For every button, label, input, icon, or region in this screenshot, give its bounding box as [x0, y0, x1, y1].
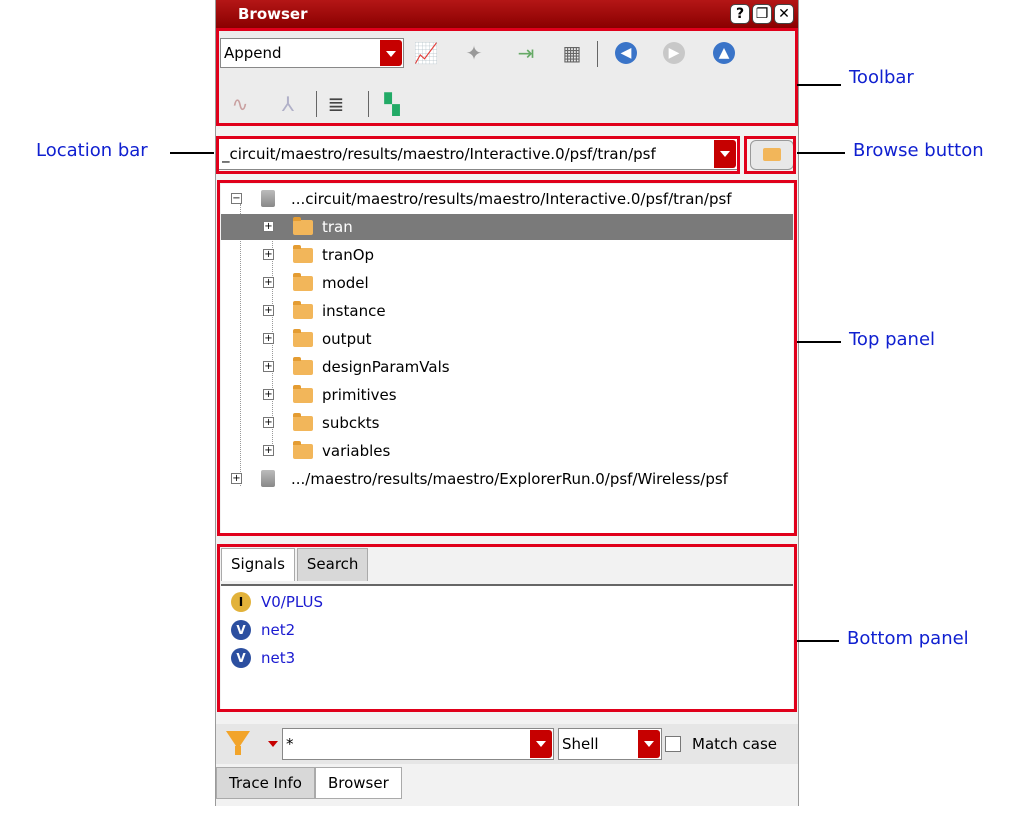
close-button[interactable]: ✕ [774, 4, 794, 24]
location-bar-callout: Location bar [36, 140, 148, 161]
title-bar: Browser ? ❐ ✕ [216, 0, 798, 28]
toolbar-highlight [216, 28, 798, 126]
bottom-panel-callout: Bottom panel [847, 628, 969, 649]
main-tabs: Trace Info Browser [216, 767, 402, 799]
shell-select[interactable]: Shell [558, 728, 662, 760]
toolbar-callout: Toolbar [849, 67, 914, 88]
browser-window: Browser ? ❐ ✕ Append 📈 ✦ ⇥ ▦ ◀ ▶ ▲ ∿ ⅄ ≣… [215, 0, 799, 806]
tab-browser[interactable]: Browser [314, 767, 402, 799]
filter-bar: * Shell Match case [216, 724, 798, 764]
help-button[interactable]: ? [730, 4, 750, 24]
match-case-checkbox[interactable] [665, 736, 681, 752]
location-bar-highlight [216, 136, 740, 174]
shell-value: Shell [562, 735, 599, 753]
callout-line [170, 152, 214, 154]
browse-button-highlight [744, 136, 796, 174]
callout-line [797, 640, 839, 642]
callout-line [797, 152, 845, 154]
chevron-down-icon[interactable] [268, 741, 278, 747]
chevron-down-icon[interactable] [530, 730, 552, 758]
callout-line [797, 84, 841, 86]
tab-trace-info[interactable]: Trace Info [216, 767, 315, 799]
filter-icon-stem [235, 746, 241, 755]
top-panel-highlight [217, 180, 797, 536]
chevron-down-icon[interactable] [638, 730, 660, 758]
top-panel-callout: Top panel [849, 329, 936, 350]
window-title: Browser [238, 5, 308, 23]
restore-button[interactable]: ❐ [752, 4, 772, 24]
filter-input[interactable]: * [282, 728, 554, 760]
bottom-panel-highlight [217, 544, 797, 712]
callout-line [797, 341, 841, 343]
title-buttons: ? ❐ ✕ [730, 4, 794, 24]
filter-value: * [286, 735, 294, 753]
browse-button-callout: Browse button [853, 140, 984, 161]
match-case-label: Match case [692, 735, 778, 753]
